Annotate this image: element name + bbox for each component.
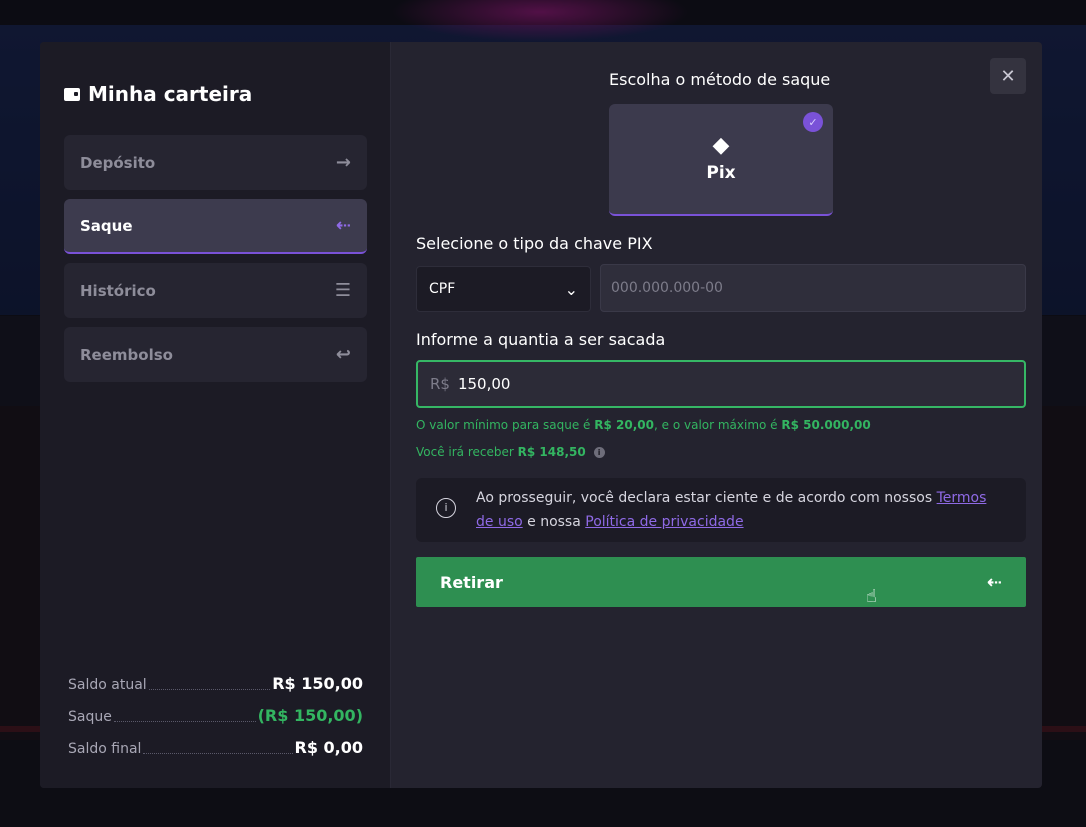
- summary-value: R$ 0,00: [294, 738, 364, 757]
- summary-label: Saldo final: [68, 741, 142, 757]
- currency-prefix: R$: [430, 375, 450, 393]
- wallet-sidebar: Minha carteira Depósito → Saque ⇠ Histór…: [40, 42, 391, 788]
- withdraw-panel: Escolha o método de saque ✓ ◆ Pix Seleci…: [416, 42, 1026, 788]
- withdraw-button-label: Retirar: [440, 572, 503, 592]
- summary-leader: [148, 689, 271, 690]
- method-card-pix[interactable]: ✓ ◆ Pix: [609, 104, 833, 216]
- limits-text: O valor mínimo para saque é: [416, 418, 591, 432]
- sidebar-item-deposito[interactable]: Depósito →: [64, 135, 367, 190]
- method-name: Pix: [706, 163, 736, 183]
- terms-text: Ao prosseguir, você declara estar ciente…: [476, 490, 933, 506]
- receive-note: Você irá receber R$ 148,50 i: [416, 445, 605, 459]
- pix-icon: ◆: [712, 133, 730, 158]
- summary-saque: Saque (R$ 150,00): [68, 706, 363, 725]
- limits-text-mid: , e o valor máximo é: [654, 418, 778, 432]
- withdraw-button[interactable]: Retirar ⇠: [416, 557, 1026, 607]
- list-icon: ☰: [334, 280, 351, 301]
- key-type-label: Selecione o tipo da chave PIX: [416, 234, 653, 253]
- chevron-down-icon: ⌄: [564, 279, 578, 299]
- arrow-right-circle-icon: →: [335, 152, 351, 173]
- sidebar-item-reembolso[interactable]: Reembolso ↩: [64, 327, 367, 382]
- summary-leader: [143, 753, 293, 754]
- amount-label: Informe a quantia a ser sacada: [416, 330, 666, 349]
- summary-leader: [113, 721, 256, 722]
- info-icon[interactable]: i: [593, 447, 605, 458]
- summary-label: Saldo atual: [68, 677, 147, 693]
- check-icon: ✓: [803, 112, 823, 132]
- wallet-title: Minha carteira: [88, 82, 253, 106]
- key-type-value: CPF: [429, 281, 456, 297]
- info-circle-icon: i: [436, 498, 456, 518]
- limits-note: O valor mínimo para saque é R$ 20,00, e …: [416, 418, 871, 432]
- summary-label: Saque: [68, 709, 112, 725]
- key-type-select[interactable]: CPF ⌄: [416, 266, 591, 312]
- sidebar-item-label: Saque: [80, 216, 133, 235]
- pix-key-input[interactable]: 000.000.000-00: [600, 264, 1026, 312]
- return-arrow-icon: ↩: [335, 344, 351, 365]
- terms-text-mid: e nossa: [527, 514, 581, 530]
- sidebar-item-saque[interactable]: Saque ⇠: [64, 199, 367, 254]
- wallet-icon: [64, 87, 80, 101]
- receive-text: Você irá receber: [416, 445, 514, 459]
- wallet-modal: Minha carteira Depósito → Saque ⇠ Histór…: [40, 42, 1042, 788]
- pix-key-placeholder: 000.000.000-00: [611, 280, 723, 296]
- summary-saldo-atual: Saldo atual R$ 150,00: [68, 674, 363, 693]
- summary-value: R$ 150,00: [272, 674, 363, 693]
- arrow-left-circle-icon: ⇠: [986, 571, 1002, 593]
- arrow-left-circle-icon: ⇠: [335, 215, 351, 236]
- privacy-link[interactable]: Política de privacidade: [585, 514, 743, 530]
- sidebar-item-historico[interactable]: Histórico ☰: [64, 263, 367, 318]
- wallet-title-row: Minha carteira: [64, 82, 252, 106]
- amount-value: 150,00: [457, 375, 511, 393]
- summary-saldo-final: Saldo final R$ 0,00: [68, 738, 363, 757]
- limits-min: R$ 20,00: [594, 418, 654, 432]
- sidebar-item-label: Histórico: [80, 281, 156, 300]
- summary-value: (R$ 150,00): [257, 706, 363, 725]
- terms-notice: i Ao prosseguir, você declara estar cien…: [416, 478, 1026, 542]
- amount-input[interactable]: R$ 150,00: [416, 360, 1026, 408]
- sidebar-item-label: Depósito: [80, 153, 156, 172]
- hand-pointer-icon: ☝: [866, 586, 877, 607]
- receive-value: R$ 148,50: [517, 445, 586, 459]
- method-heading: Escolha o método de saque: [609, 70, 831, 89]
- sidebar-item-label: Reembolso: [80, 345, 173, 364]
- limits-max: R$ 50.000,00: [781, 418, 871, 432]
